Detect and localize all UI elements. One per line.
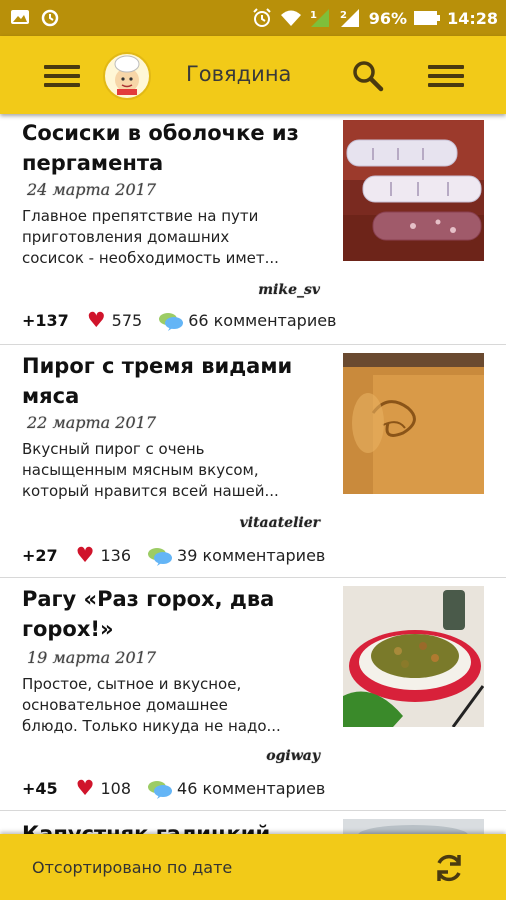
likes-count: 136: [100, 546, 132, 565]
recipe-score: +27: [22, 546, 58, 565]
search-icon[interactable]: [350, 58, 384, 92]
recipe-author[interactable]: mike_sv: [258, 282, 320, 298]
recipe-title[interactable]: Пирог с тремя видами мяса: [22, 351, 322, 411]
gallery-notification-icon: [11, 10, 29, 24]
sync-notification-icon: [41, 9, 59, 27]
heart-icon[interactable]: ♥: [76, 778, 95, 799]
alarm-icon: [253, 8, 271, 27]
recipe-thumbnail[interactable]: [343, 586, 484, 727]
comments-count[interactable]: 39 комментариев: [177, 546, 325, 565]
recipe-title[interactable]: Рагу «Раз горох, два горох!»: [22, 584, 322, 644]
comments-count[interactable]: 66 комментариев: [188, 311, 336, 330]
recipe-author[interactable]: vitaatelier: [240, 515, 320, 531]
recipe-item[interactable]: Рагу «Раз горох, два горох!» 19 марта 20…: [0, 578, 506, 811]
signal-sim2-icon: 2: [340, 9, 359, 27]
recipe-description: Вкусный пирог с очень насыщенным мясным …: [22, 440, 279, 500]
recipe-thumbnail[interactable]: [343, 353, 484, 494]
recipe-stats: +137 ♥ 575 66 комментариев: [22, 310, 336, 331]
status-time: 14:28: [447, 8, 498, 28]
recipe-author[interactable]: ogiway: [266, 748, 320, 764]
recipe-description: Главное препятствие на пути приготовлени…: [22, 207, 279, 267]
chef-logo: [103, 52, 151, 100]
recipe-stats: +27 ♥ 136 39 комментариев: [22, 545, 325, 566]
svg-text:1: 1: [310, 10, 317, 21]
heart-icon[interactable]: ♥: [87, 310, 106, 331]
battery-icon: [414, 11, 441, 25]
refresh-icon[interactable]: [432, 851, 466, 885]
recipe-score: +137: [22, 311, 69, 330]
recipe-date: 24 марта 2017: [27, 180, 157, 199]
menu-icon[interactable]: [44, 65, 80, 87]
app-bar: Говядина: [0, 36, 506, 114]
likes-count: 108: [100, 779, 132, 798]
recipe-item[interactable]: Пирог с тремя видами мяса 22 марта 2017 …: [0, 345, 506, 578]
bottom-bar: Отсортировано по дате: [0, 834, 506, 900]
recipe-item[interactable]: Сосиски в оболочке из пергамента 24 март…: [0, 114, 506, 345]
svg-text:2: 2: [340, 10, 347, 21]
sort-label[interactable]: Отсортировано по дате: [32, 858, 232, 877]
comments-count[interactable]: 46 комментариев: [177, 779, 325, 798]
overflow-menu-icon[interactable]: [428, 65, 464, 87]
signal-sim1-icon: 1: [310, 9, 329, 27]
page-title: Говядина: [186, 62, 292, 86]
recipe-date: 22 марта 2017: [27, 413, 157, 432]
comments-icon[interactable]: [147, 546, 173, 566]
recipe-description: Простое, сытное и вкусное, основательное…: [22, 675, 281, 735]
recipe-stats: +45 ♥ 108 46 комментариев: [22, 778, 325, 799]
comments-icon[interactable]: [158, 311, 184, 331]
wifi-icon: [280, 10, 301, 26]
status-bar: 1 2 96% 14:28: [0, 0, 506, 36]
likes-count: 575: [111, 311, 143, 330]
recipe-score: +45: [22, 779, 58, 798]
comments-icon[interactable]: [147, 779, 173, 799]
recipe-title[interactable]: Сосиски в оболочке из пергамента: [22, 118, 322, 178]
heart-icon[interactable]: ♥: [76, 545, 95, 566]
recipe-thumbnail[interactable]: [343, 120, 484, 261]
battery-percent: 96%: [368, 8, 408, 28]
recipe-date: 19 марта 2017: [27, 648, 157, 667]
